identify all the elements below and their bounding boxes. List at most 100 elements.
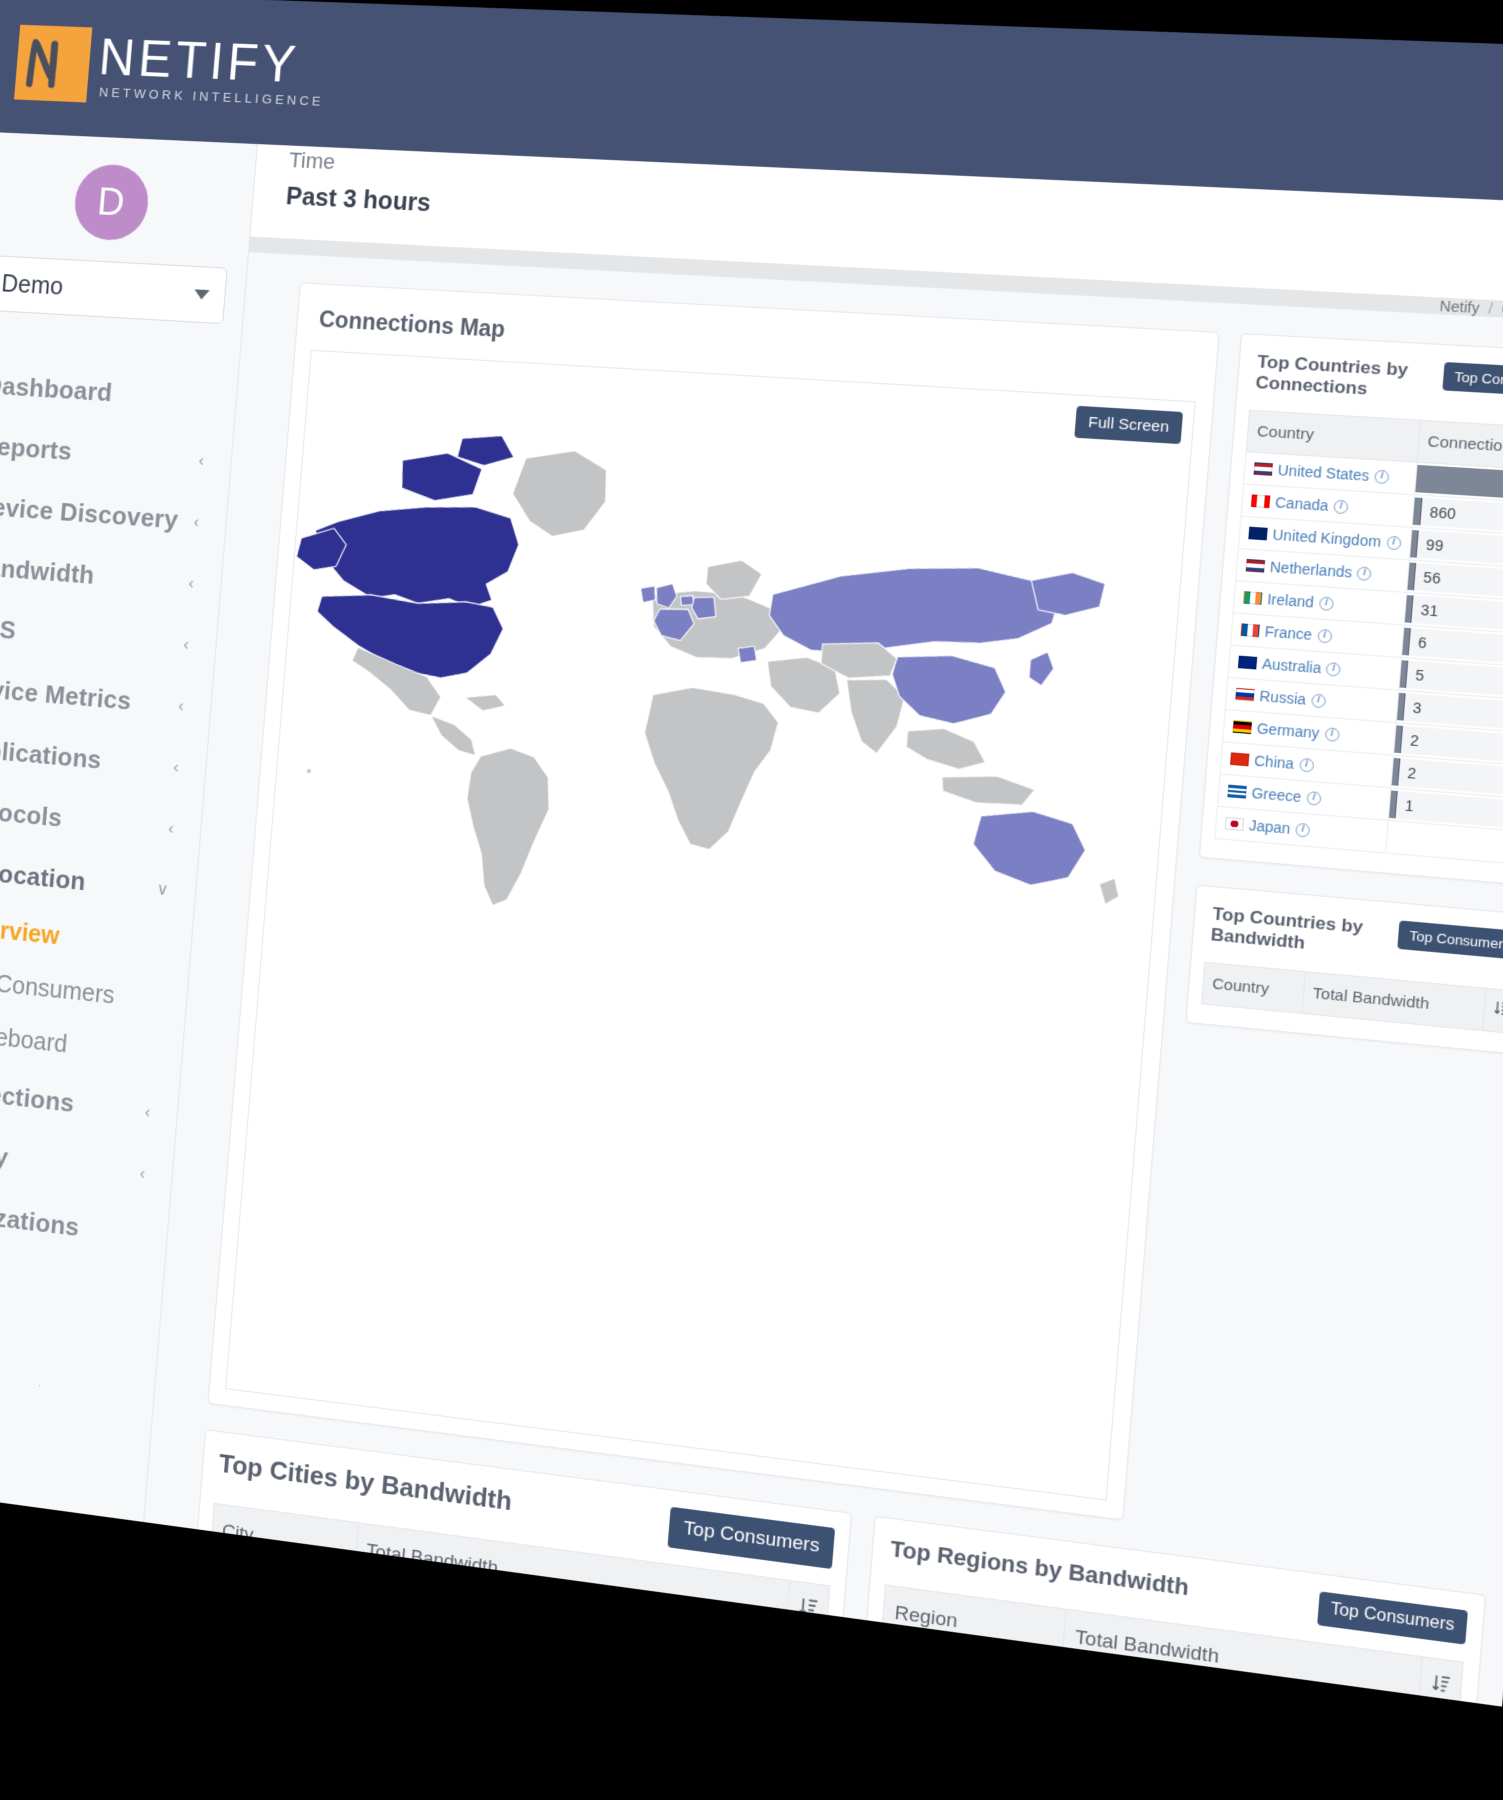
country-cell[interactable]: Japan i (1225, 815, 1378, 844)
sort-icon[interactable] (786, 1581, 831, 1643)
organization-select-value: Demo (0, 270, 64, 301)
flag-icon (1243, 591, 1262, 605)
sort-icon[interactable] (1483, 988, 1503, 1034)
column-header-city[interactable]: City (210, 1503, 359, 1577)
chevron-left-icon: ‹ (178, 696, 185, 716)
info-icon[interactable]: i (1319, 596, 1334, 611)
breadcrumb-root[interactable]: Netify (1439, 297, 1480, 316)
chevron-left-icon: ‹ (172, 757, 179, 777)
screenshot-stage: NETIFY NETWORK INTELLIGENCE D Demo Dashb… (0, 0, 1503, 1800)
country-name: Russia (1259, 688, 1307, 708)
country-name: France (1264, 623, 1313, 643)
top-consumers-button[interactable]: Top Consumers (1317, 1591, 1468, 1644)
country-cell[interactable]: United Kingdom i (1248, 525, 1401, 552)
info-icon[interactable]: i (1311, 693, 1326, 708)
column-header-total-bandwidth[interactable]: Total Bandwidth (1302, 972, 1486, 1031)
chevron-left-icon: ‹ (167, 818, 174, 838)
main-content: Live Data Off (144, 0, 1503, 1707)
country-cell[interactable]: Canada i (1251, 492, 1404, 518)
chevron-left-icon: ‹ (183, 634, 190, 654)
world-map[interactable]: Full Screen (225, 350, 1196, 1501)
country-cell[interactable]: United States i (1253, 460, 1406, 486)
connections-map-card: Connections Map Full Screen (208, 282, 1220, 1520)
info-icon[interactable]: i (1306, 791, 1321, 806)
bar-fill (1404, 595, 1413, 623)
bar-fill (1394, 725, 1403, 753)
sidebar-subitem-label: Overview (0, 913, 60, 951)
top-countries-connections-table: Country Connections United States i Cana… (1214, 410, 1503, 866)
bar-fill (1407, 563, 1416, 591)
full-screen-button[interactable]: Full Screen (1074, 406, 1183, 444)
flag-icon (1235, 688, 1254, 702)
info-icon[interactable]: i (1357, 566, 1372, 581)
country-cell[interactable]: France i (1240, 621, 1393, 649)
sidebar-item-label: Device Discovery (0, 491, 179, 535)
info-icon[interactable]: i (1299, 757, 1314, 772)
info-icon[interactable]: i (1324, 727, 1339, 742)
card-header: Top Countries by Connections Top Consume… (1237, 334, 1503, 422)
top-consumers-button[interactable]: Top Consumers (1397, 920, 1503, 960)
sidebar-item-label: Bandwidth (0, 552, 96, 591)
bar-value: 6 (1411, 628, 1428, 656)
info-icon[interactable]: i (1295, 822, 1310, 837)
info-icon[interactable]: i (1374, 469, 1389, 484)
flag-icon (1254, 462, 1273, 476)
bar-value: 56 (1416, 563, 1442, 592)
top-countries-bandwidth-card: Top Countries by Bandwidth Top Consumers… (1185, 885, 1503, 1056)
organization-select[interactable]: Demo (0, 255, 228, 324)
column-header-country[interactable]: Country (1201, 962, 1305, 1013)
dashboard-content: Connections Map Full Screen Top Countrie… (141, 270, 1503, 1707)
chevron-left-icon: ‹ (188, 573, 195, 593)
country-name: United Kingdom (1272, 526, 1382, 550)
flag-icon (1227, 785, 1246, 799)
flag-icon (1225, 817, 1244, 831)
world-map-svg (267, 410, 1189, 971)
flag-icon (1233, 720, 1252, 734)
country-cell[interactable]: Netherlands i (1246, 557, 1399, 584)
country-cell[interactable]: Greece i (1227, 783, 1380, 812)
country-cell[interactable]: Russia i (1235, 686, 1388, 714)
country-name: Greece (1251, 784, 1302, 805)
country-cell[interactable]: China i (1230, 750, 1383, 779)
info-icon[interactable]: i (1386, 535, 1401, 550)
flag-icon (1240, 623, 1259, 637)
bar-value: 1 (1397, 791, 1414, 820)
chevron-left-icon: ‹ (144, 1102, 151, 1122)
bar-value: 3 (1405, 693, 1422, 721)
top-consumers-button[interactable]: Top Consumers (1442, 362, 1503, 397)
top-consumers-button[interactable]: Top Consumers (668, 1507, 836, 1569)
info-icon[interactable]: i (1333, 499, 1348, 513)
card-title: Top Countries by Bandwidth (1210, 904, 1400, 963)
bar-fill (1412, 497, 1422, 525)
bar-value: 860 (1422, 498, 1457, 527)
breadcrumb-separator: / (1488, 300, 1494, 317)
chevron-left-icon: ‹ (139, 1163, 146, 1183)
table-body: United States i 8,462 (1215, 452, 1503, 865)
column-header-connections[interactable]: Connections (1417, 420, 1503, 469)
bar-fill (1399, 660, 1408, 688)
bar-fill (1410, 530, 1419, 558)
map-row: Connections Map Full Screen Top Countrie… (208, 282, 1503, 1567)
sidebar-item-label: Identity (0, 1133, 9, 1173)
info-icon[interactable]: i (1326, 662, 1341, 677)
country-cell[interactable]: Ireland i (1243, 589, 1396, 616)
sidebar-item-label: Applications (0, 733, 103, 776)
netify-app-window: NETIFY NETWORK INTELLIGENCE D Demo Dashb… (0, 0, 1503, 1707)
info-icon[interactable]: i (1317, 628, 1332, 643)
brand-name: NETIFY (97, 32, 329, 92)
sort-icon[interactable] (1418, 1657, 1464, 1707)
flag-icon (1248, 527, 1267, 541)
country-cell[interactable]: Australia i (1238, 654, 1391, 682)
flag-icon (1230, 752, 1249, 766)
sidebar-item-label: Device Metrics (0, 672, 132, 716)
bar-value: 99 (1418, 531, 1444, 560)
country-cell[interactable]: Germany i (1232, 718, 1385, 747)
sidebar-item-label: Dashboard (0, 370, 113, 408)
country-name: China (1254, 752, 1295, 772)
country-name: Australia (1261, 655, 1321, 676)
bar-value: 31 (1413, 596, 1439, 625)
card-title: Top Cities by Bandwidth (218, 1448, 513, 1517)
flag-icon (1251, 494, 1270, 508)
sidebar-item-label: Connections (0, 1073, 75, 1119)
sidebar-item-label: DNS (0, 612, 17, 646)
